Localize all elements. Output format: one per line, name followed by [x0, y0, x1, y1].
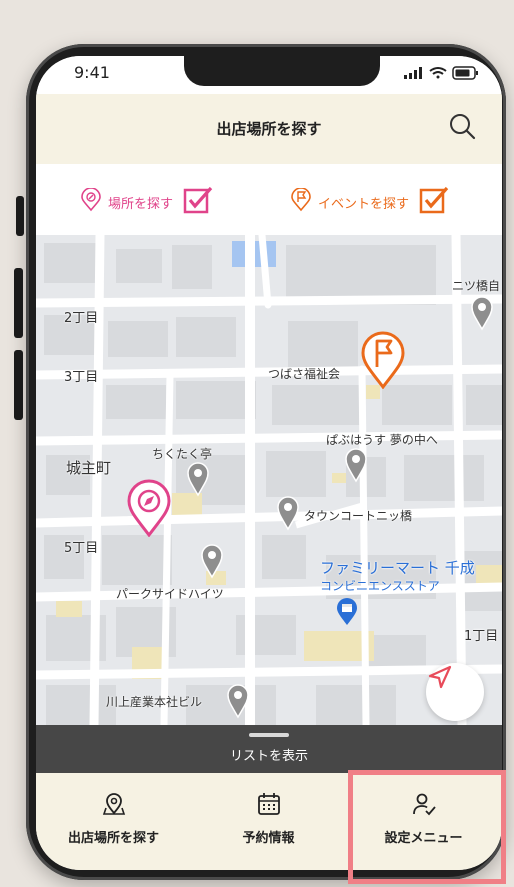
filter-places-checkbox[interactable] [183, 186, 213, 218]
phone-volume-down-button [14, 350, 23, 420]
map-label-1chome: 1丁目 [464, 629, 499, 644]
calendar-icon [191, 791, 346, 821]
app-screen: 9:41 出店場所を探す 場所を探す イベントを探す 2丁目 3丁目 城主町 5… [36, 56, 502, 870]
wifi-icon [429, 67, 447, 79]
map-pin-icon [471, 296, 493, 331]
map-label-jonushi: 城主町 [66, 459, 112, 477]
filter-events-checkbox[interactable] [419, 186, 449, 218]
tab-reservations-label: 予約情報 [242, 831, 295, 846]
settings-highlight-box [348, 770, 506, 884]
map-label-kawakami: 川上産業本社ビル [106, 695, 203, 709]
map-pin-icon [345, 448, 367, 483]
tab-find-location-label: 出店場所を探す [67, 831, 159, 846]
map-label-3chome: 3丁目 [64, 370, 99, 385]
map-label-tsubasa: つばさ福祉会 [268, 367, 341, 381]
map-label-convenience: コンビニエンスストア [320, 579, 440, 593]
page-title: 出店場所を探す [216, 120, 322, 138]
search-icon [450, 114, 476, 140]
map-label-familymart: ファミリーマート 千成 [320, 559, 475, 577]
filter-events-label: イベントを探す [318, 196, 410, 212]
search-button[interactable] [448, 112, 476, 144]
navigation-arrow-icon [428, 665, 452, 689]
filter-places[interactable]: 場所を探す [80, 186, 213, 218]
map-streets [36, 235, 502, 725]
filter-events[interactable]: イベントを探す [290, 186, 449, 218]
store-pin-icon [337, 598, 357, 625]
map-label-pubuhouse: ぱぶはうす 夢の中へ [326, 433, 438, 447]
map-pin-icon [201, 544, 223, 579]
status-icons [404, 65, 480, 84]
event-flag-icon [290, 187, 312, 216]
tab-find-location[interactable]: 出店場所を探す [36, 773, 191, 870]
battery-icon [452, 66, 478, 80]
place-icon [80, 187, 102, 216]
event-flag-pin-icon [361, 331, 405, 389]
map-label-futatsubashi: ニツ橋自 [452, 279, 501, 293]
current-location-button[interactable] [426, 663, 484, 721]
location-pin-icon [36, 791, 191, 821]
phone-side-button [16, 196, 24, 236]
phone-notch [184, 56, 380, 86]
filter-bar: 場所を探す イベントを探す [36, 164, 502, 235]
show-list-label: リストを表示 [229, 749, 308, 764]
signal-icon [404, 67, 422, 79]
phone-volume-up-button [14, 268, 23, 338]
map-label-chikutaku: ちくたく亭 [152, 447, 213, 461]
map-pin-icon [277, 496, 299, 531]
map-pin-icon [227, 684, 249, 719]
map-label-towncourt: タウンコートニッ橋 [304, 509, 413, 523]
map-view[interactable]: 2丁目 3丁目 城主町 5丁目 1丁目 ニツ橋自 つばさ福祉会 ぱぶはうす 夢の… [36, 235, 502, 725]
tab-reservations[interactable]: 予約情報 [191, 773, 346, 870]
map-label-2chome: 2丁目 [64, 311, 99, 326]
map-label-5chome: 5丁目 [64, 541, 99, 556]
show-list-bar[interactable]: リストを表示 [36, 725, 502, 773]
app-header: 出店場所を探す [36, 94, 502, 164]
place-compass-pin-icon [127, 479, 171, 537]
map-label-parkside: パークサイドハイツ [116, 587, 224, 601]
map-pin-icon [187, 462, 209, 497]
status-time: 9:41 [74, 63, 110, 82]
drag-handle[interactable] [249, 733, 289, 737]
filter-places-label: 場所を探す [108, 196, 174, 212]
